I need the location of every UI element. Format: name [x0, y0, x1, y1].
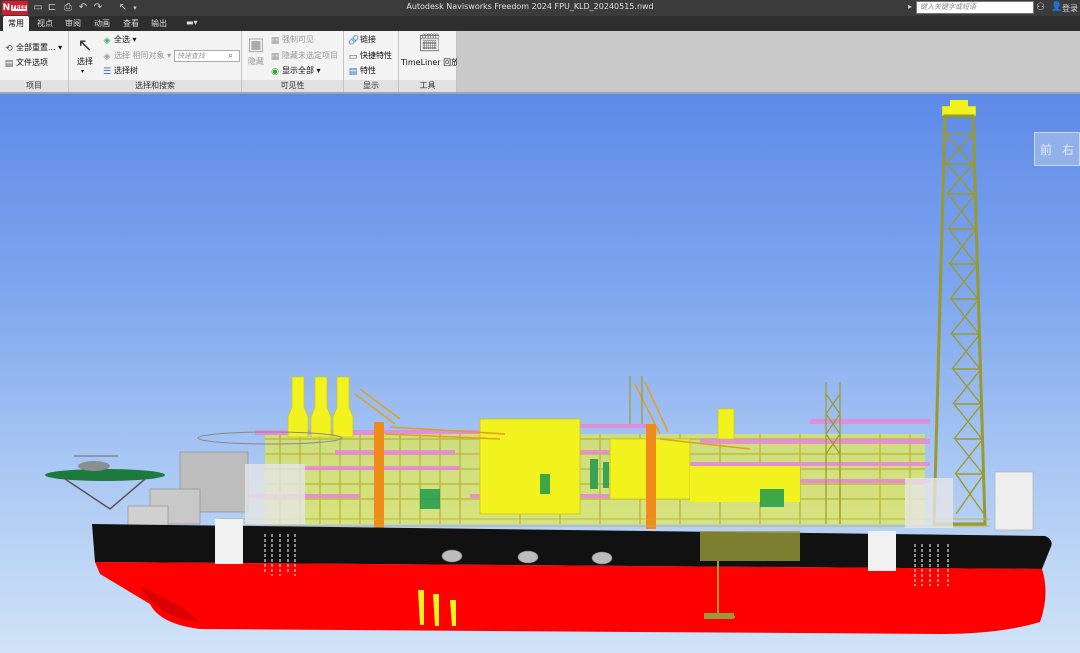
- unhide-all-label: 显示全部: [282, 66, 314, 75]
- timeliner-icon: 🗓: [418, 33, 441, 54]
- select-button[interactable]: 选择: [77, 57, 93, 67]
- selection-tree-icon: ☰: [102, 67, 112, 77]
- unhide-all-icon: ◉: [271, 67, 279, 77]
- user-icon[interactable]: 👤: [1051, 2, 1062, 12]
- viewcube-right-label[interactable]: 右: [1062, 141, 1074, 158]
- hide-unselected-icon: ▦: [270, 52, 280, 62]
- require-label: 强制可见: [282, 35, 314, 44]
- pointer-icon[interactable]: ↖: [117, 2, 129, 14]
- hide-unselected-label: 隐藏未选定项目: [282, 51, 338, 60]
- panel-display: 🔗链接 ▭ 快捷特性 ▤ 特性 显示: [344, 31, 399, 92]
- require-button[interactable]: ▦ 强制可见: [270, 35, 314, 46]
- quick-properties-button[interactable]: ▭ 快捷特性: [348, 51, 392, 62]
- hide-button[interactable]: 隐藏: [248, 57, 264, 67]
- quick-properties-icon: ▭: [348, 52, 358, 62]
- select-same-icon: ◈: [103, 52, 111, 62]
- ribbon-empty-area: [457, 31, 1080, 92]
- require-icon: ▦: [270, 36, 280, 46]
- title-bar: N FREE ▭ ⊏ ⎙ ↶ ↷ ↖ ▾ Autodesk Navisworks…: [0, 0, 1080, 16]
- link-icon: 🔗: [348, 36, 360, 46]
- file-options-button[interactable]: ▤ 文件选项: [4, 58, 48, 69]
- topside-structures: [197, 376, 990, 532]
- tab-home[interactable]: 常用: [3, 16, 29, 31]
- links-label: 链接: [360, 35, 376, 44]
- select-all-button[interactable]: ◈ 全选 ▾: [102, 35, 137, 46]
- tab-review[interactable]: 审阅: [60, 16, 86, 31]
- app-logo-letter: N: [2, 3, 11, 13]
- flare-tower: [932, 100, 987, 526]
- file-options-icon: ▤: [4, 59, 14, 69]
- 3d-viewport[interactable]: 前 右: [0, 92, 1080, 653]
- free-badge: FREE: [11, 5, 28, 11]
- hide-unselected-button[interactable]: ▦ 隐藏未选定项目: [270, 51, 338, 62]
- properties-icon: ▤: [348, 67, 358, 77]
- new-file-icon[interactable]: ▭: [32, 2, 44, 14]
- undo-icon[interactable]: ↶: [77, 2, 89, 14]
- tab-viewpoint[interactable]: 视点: [32, 16, 58, 31]
- tab-output[interactable]: 输出: [146, 16, 172, 31]
- select-all-label: 全选: [114, 35, 130, 44]
- help-search-input[interactable]: 键入关键字或短语: [916, 1, 1034, 14]
- panel-tools: 🗓 TimeLiner 回放 工具: [399, 31, 459, 92]
- quick-properties-label: 快捷特性: [360, 51, 392, 60]
- app-logo[interactable]: N FREE: [2, 1, 28, 15]
- fpu-model-scene: [45, 100, 1052, 634]
- viewcube[interactable]: 前 右: [1034, 132, 1080, 168]
- print-icon[interactable]: ⎙: [62, 2, 74, 14]
- select-dropdown-icon[interactable]: ▾: [81, 67, 84, 77]
- hull: [92, 519, 1052, 634]
- ribbon-tabs: 常用 视点 审阅 动画 查看 输出 ▬▾: [0, 16, 1080, 31]
- reset-all-label: 全部重置...: [16, 43, 56, 52]
- login-link[interactable]: 登录: [1062, 3, 1078, 14]
- ribbon: ⟲ 全部重置... ▾ ▤ 文件选项 项目 ↖ 选择 ▾ ◈ 全选 ▾ ◈ 选择 相同对…: [0, 31, 1080, 92]
- binoculars-icon[interactable]: ⚇: [1036, 2, 1045, 13]
- timeliner-playback-button[interactable]: TimeLiner 回放: [401, 58, 459, 68]
- select-all-icon: ◈: [103, 36, 111, 46]
- search-expand-icon[interactable]: ▸: [908, 2, 912, 11]
- tab-view[interactable]: 查看: [118, 16, 144, 31]
- selection-tree-label: 选择树: [114, 66, 138, 75]
- helideck: [45, 455, 165, 510]
- select-cursor-icon: ↖: [77, 35, 93, 56]
- viewcube-front-label[interactable]: 前: [1040, 141, 1052, 158]
- properties-button[interactable]: ▤ 特性: [348, 66, 376, 77]
- camera-dropdown-icon[interactable]: ▬▾: [186, 18, 198, 27]
- open-folder-icon[interactable]: ⊏: [46, 2, 58, 14]
- window-title: Autodesk Navisworks Freedom 2024 FPU_KLD…: [406, 2, 654, 11]
- properties-label: 特性: [360, 66, 376, 75]
- quick-access-dropdown-icon[interactable]: ▾: [129, 2, 141, 14]
- unhide-all-button[interactable]: ◉ 显示全部 ▾: [270, 66, 321, 77]
- panel-label-tools: 工具: [399, 80, 456, 92]
- select-same-label: 选择 相同对象: [114, 51, 165, 60]
- links-button[interactable]: 🔗链接: [348, 35, 376, 46]
- hide-icon: ▣: [247, 34, 265, 55]
- tab-animation[interactable]: 动画: [89, 16, 115, 31]
- panel-label-project: 项目: [0, 80, 68, 92]
- select-same-button[interactable]: ◈ 选择 相同对象 ▾: [102, 51, 172, 62]
- panel-visibility: ▣ 隐藏 ▦ 强制可见 ▦ 隐藏未选定项目 ◉ 显示全部 ▾ 可见性: [242, 31, 344, 92]
- file-options-label: 文件选项: [16, 58, 48, 67]
- selection-tree-button[interactable]: ☰ 选择树: [102, 66, 138, 77]
- panel-label-visibility: 可见性: [242, 80, 343, 92]
- panel-label-select-search: 选择和搜索: [69, 80, 241, 92]
- reset-all-button[interactable]: ⟲ 全部重置... ▾: [4, 43, 62, 54]
- quick-find-search-icon[interactable]: ⌕: [228, 51, 233, 61]
- panel-project: ⟲ 全部重置... ▾ ▤ 文件选项 项目: [0, 31, 69, 92]
- redo-icon[interactable]: ↷: [92, 2, 104, 14]
- reset-icon: ⟲: [5, 44, 13, 54]
- panel-label-display: 显示: [344, 80, 398, 92]
